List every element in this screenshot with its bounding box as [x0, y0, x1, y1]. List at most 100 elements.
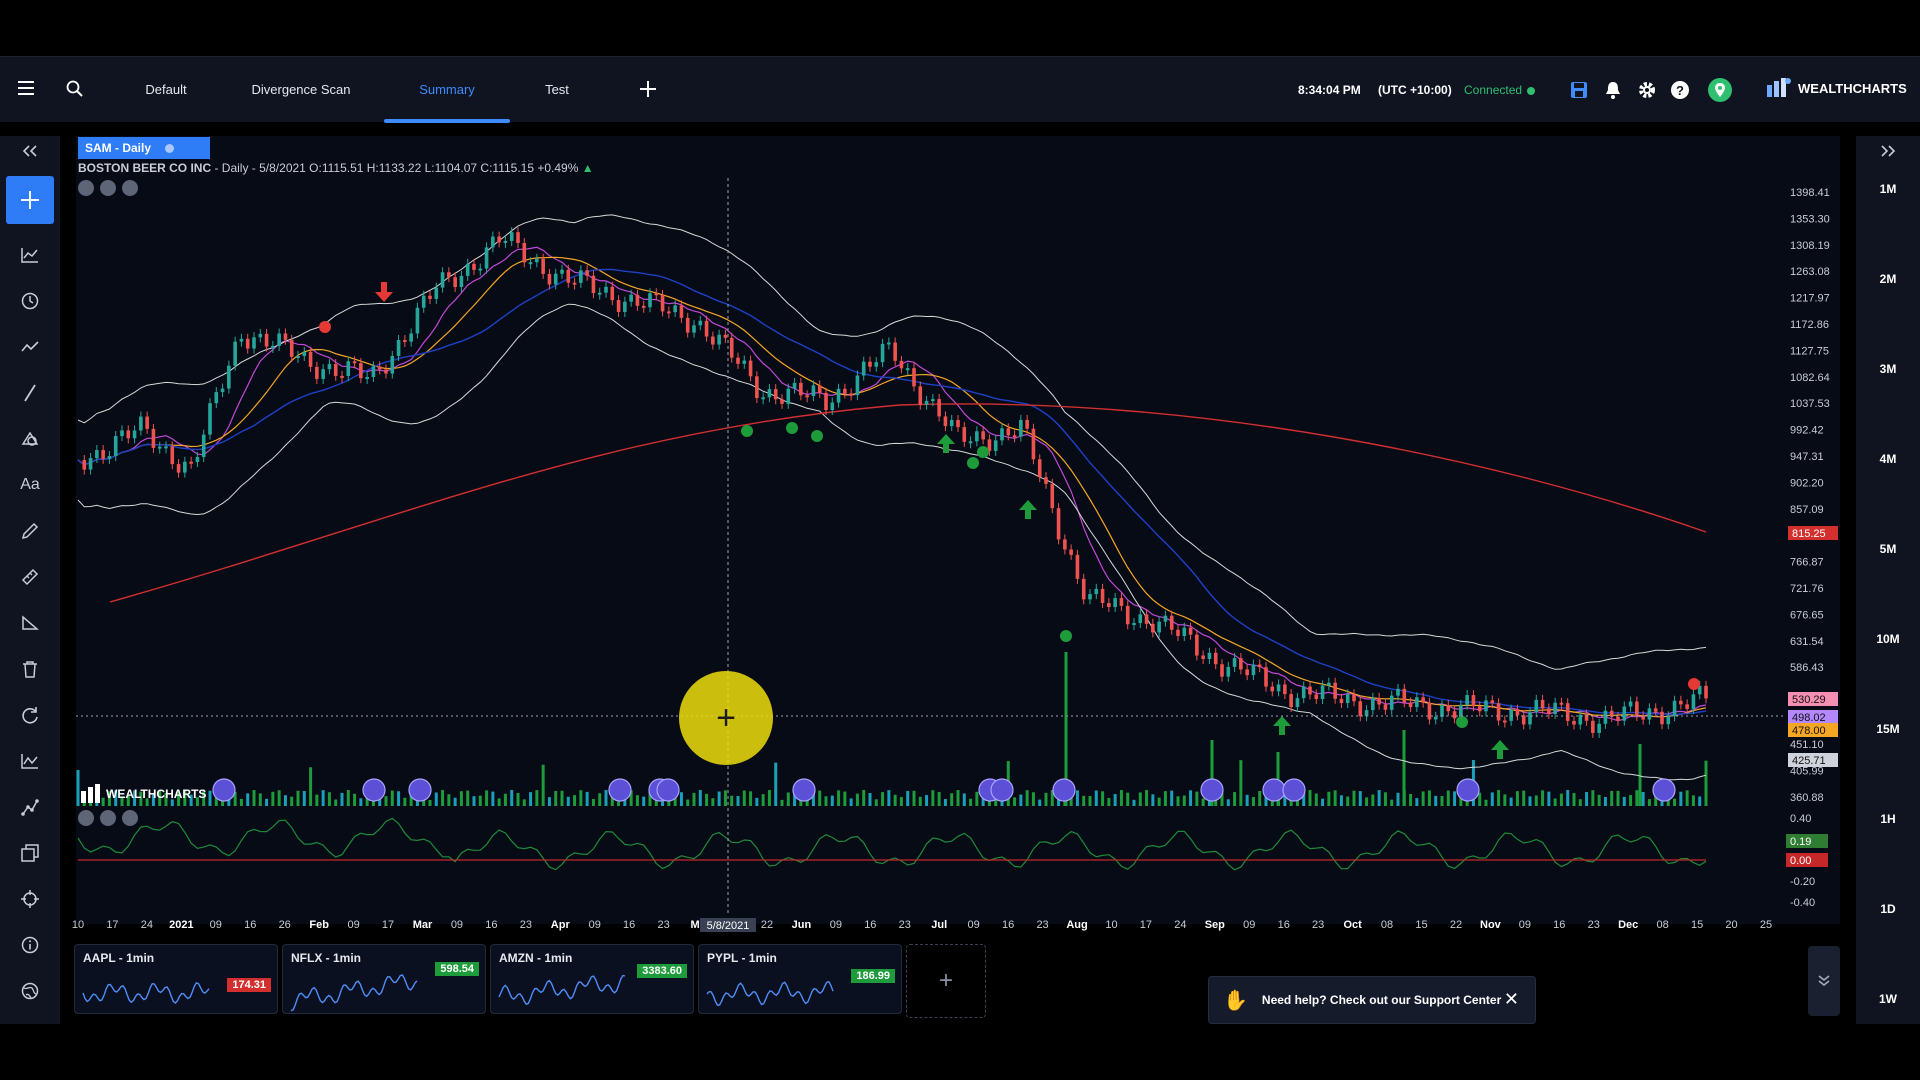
- volume-bar: [868, 793, 872, 806]
- sparkline-path: [498, 974, 626, 1006]
- support-help-banner[interactable]: ✋ Need help? Check out our Support Cente…: [1208, 976, 1536, 1024]
- volume-bar: [598, 793, 602, 806]
- candle-body: [107, 456, 112, 459]
- buy-signal-dot: [977, 446, 989, 458]
- price-axis-tick: 676.65: [1790, 609, 1824, 621]
- candle-body: [340, 375, 344, 378]
- candle-body: [151, 428, 156, 448]
- volume-bar: [1126, 792, 1130, 806]
- buy-signal-dot: [967, 457, 979, 469]
- candle-body: [1138, 614, 1143, 624]
- candle-body: [1591, 720, 1595, 733]
- event-marker-icon: [656, 778, 680, 802]
- mini-chart-nflx[interactable]: NFLX - 1min 598.54: [282, 944, 486, 1014]
- volume-bar: [855, 793, 859, 806]
- buy-signal-dot: [1456, 716, 1468, 728]
- volume-bar: [1339, 795, 1343, 806]
- volume-bar: [837, 790, 841, 806]
- price-axis-tick: 992.42: [1790, 425, 1824, 437]
- candle-body: [1226, 666, 1231, 677]
- volume-bar: [554, 790, 558, 806]
- candle-body: [1559, 702, 1564, 705]
- candle-body: [641, 305, 646, 308]
- candle-body: [1314, 694, 1319, 699]
- event-marker-icon: [1052, 778, 1076, 802]
- volume-bar: [359, 798, 363, 806]
- volume-bar: [1434, 795, 1438, 806]
- mini-chart-pypl[interactable]: PYPL - 1min 186.99: [698, 944, 902, 1014]
- candle-body: [679, 305, 684, 318]
- volume-bar: [1528, 796, 1532, 806]
- volume-bar: [1578, 799, 1582, 806]
- support-help-text[interactable]: Need help? Check out our Support Center: [1262, 993, 1501, 1007]
- candle-body: [1151, 623, 1155, 633]
- candle-body: [773, 389, 778, 400]
- candle-body: [1547, 708, 1551, 715]
- candle-body: [1006, 428, 1011, 436]
- volume-bar: [1679, 791, 1683, 806]
- buy-signal-dot: [1060, 630, 1072, 642]
- candle-body: [1188, 627, 1193, 635]
- date-axis-tick: 09: [1243, 919, 1255, 931]
- volume-bar: [353, 793, 357, 806]
- candle-body: [1163, 615, 1168, 622]
- add-mini-chart-button[interactable]: +: [906, 944, 986, 1018]
- candle-body: [899, 360, 904, 369]
- date-axis-tick: 17: [382, 919, 394, 931]
- mini-chart-sparkline: [290, 974, 418, 1012]
- volume-bar: [906, 790, 910, 806]
- candle-body: [1358, 701, 1363, 717]
- mini-chart-aapl[interactable]: AAPL - 1min 174.31: [74, 944, 278, 1014]
- candle-body: [271, 345, 275, 348]
- candle-body: [289, 339, 294, 357]
- candle-body: [704, 320, 709, 337]
- price-axis-tick: 1398.41: [1790, 187, 1830, 199]
- volume-bar: [761, 794, 765, 806]
- candle-body: [723, 334, 728, 338]
- volume-bar: [309, 767, 313, 806]
- volume-bar: [1107, 797, 1111, 806]
- candle-body: [478, 268, 483, 271]
- volume-bar: [1314, 793, 1318, 806]
- candle-body: [1553, 702, 1557, 715]
- pane-control-icon: [100, 180, 116, 196]
- volume-bar: [447, 794, 451, 806]
- candle-body: [220, 388, 225, 393]
- price-axis-tick: 1082.64: [1790, 372, 1830, 384]
- candle-body: [1452, 711, 1457, 719]
- close-icon[interactable]: ✕: [1504, 989, 1519, 1010]
- volume-bar: [1145, 790, 1149, 806]
- oscillator-axis-tick: -0.20: [1790, 876, 1815, 888]
- volume-bar: [1685, 790, 1689, 806]
- event-marker-icon: [608, 778, 632, 802]
- candle-body: [1251, 664, 1256, 676]
- date-axis-tick: 09: [347, 919, 359, 931]
- candle-body: [453, 277, 457, 288]
- candle-body: [648, 293, 652, 308]
- candle-body: [780, 399, 784, 404]
- volume-bar: [925, 795, 929, 806]
- volume-bar: [1440, 795, 1444, 806]
- candle-body: [547, 273, 552, 285]
- volume-bar: [1597, 794, 1601, 806]
- volume-bar: [736, 796, 740, 806]
- mini-chart-amzn[interactable]: AMZN - 1min 3383.60: [490, 944, 694, 1014]
- candle-body: [1012, 435, 1017, 438]
- sparkline-path: [82, 982, 210, 1004]
- symbol-chip[interactable]: SAM - Daily: [78, 137, 210, 159]
- event-marker-icon: [1200, 778, 1224, 802]
- candle-body: [830, 402, 835, 411]
- date-axis-tick: Jul: [931, 919, 947, 931]
- date-axis-tick: 08: [1657, 919, 1669, 931]
- volume-bar: [535, 790, 539, 806]
- candle-body: [981, 431, 985, 440]
- volume-bar: [742, 790, 746, 806]
- ema-short-line: [77, 246, 1707, 722]
- volume-bar: [1358, 791, 1362, 806]
- volume-bar: [1522, 790, 1526, 806]
- candle-body: [1195, 634, 1199, 656]
- price-axis-tick: 451.10: [1790, 739, 1824, 751]
- collapse-panels-button[interactable]: [1808, 946, 1840, 1016]
- mini-chart-price: 598.54: [435, 962, 479, 976]
- wealthcharts-watermark-icon: [81, 784, 100, 803]
